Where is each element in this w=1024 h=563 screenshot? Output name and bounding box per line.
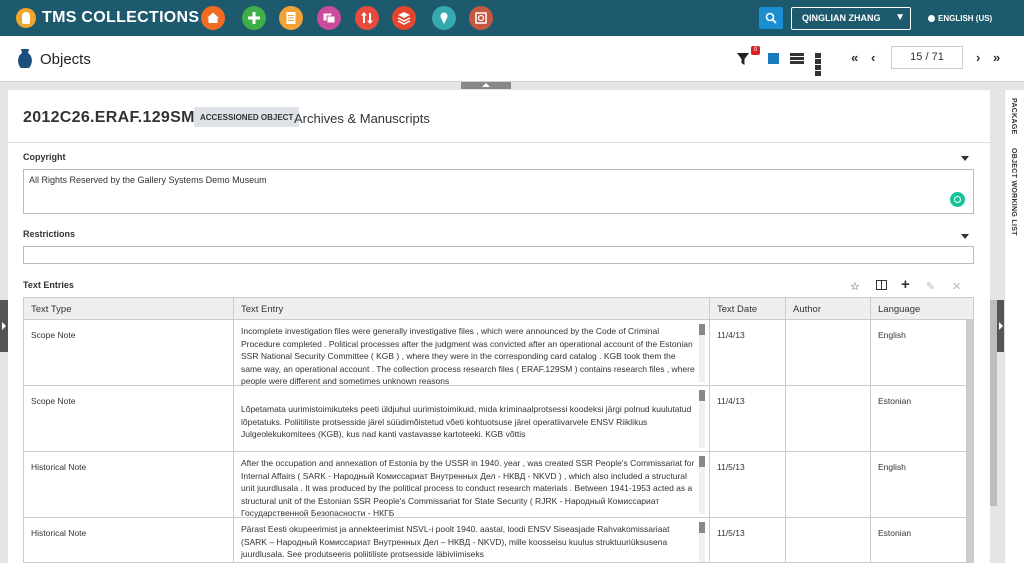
text-entry-cell[interactable]: Incomplete investigation files were gene… [234,320,710,386]
language-selector[interactable]: ENGLISH (US) [928,14,992,23]
column-header-author[interactable]: Author [786,298,871,320]
restrictions-collapse-icon[interactable] [961,234,969,239]
grammarly-icon[interactable] [950,192,965,207]
columns-icon[interactable] [876,280,887,293]
module-toolbar: Objects 0 « ‹ 15 / 71 › » [0,36,1024,82]
search-button[interactable] [759,7,783,29]
search-icon [765,12,777,24]
tms-logo-icon [16,8,36,28]
add-icon[interactable] [242,6,266,30]
location-icon[interactable] [432,6,456,30]
language-cell: Estonian [878,396,912,406]
column-header-text-date[interactable]: Text Date [710,298,786,320]
text-date-cell: 11/5/13 [710,452,786,518]
single-view-icon[interactable] [768,53,779,64]
edit-icon[interactable]: ✎ [926,280,935,293]
author-cell [786,518,871,562]
text-entries-table: Text Type Text Entry Text Date Author La… [23,297,974,563]
pager-input[interactable]: 15 / 71 [891,46,963,69]
text-date-cell: 11/4/13 [710,320,786,386]
language-cell: English [878,330,906,340]
divider [8,142,990,143]
table-row[interactable]: Scope Note Lõpetamata uurimistoimikuteks… [24,386,966,452]
add-entry-icon[interactable]: + [901,276,910,293]
sort-icon[interactable] [355,6,379,30]
media-icon[interactable] [317,6,341,30]
author-cell [786,320,871,386]
text-date-cell: 11/5/13 [710,518,786,562]
text-entry-cell[interactable]: After the occupation and annexation of E… [234,452,710,518]
vase-icon [18,49,32,68]
previous-page-icon[interactable]: ‹ [871,50,875,65]
tab-package[interactable]: PACKAGE [1010,98,1017,135]
user-name: QINGLIAN ZHANG [802,13,881,23]
author-cell [786,386,871,452]
filter-icon[interactable] [736,52,750,66]
home-icon[interactable] [201,6,225,30]
chevron-down-icon: ▼ [895,12,905,23]
document-icon[interactable] [279,6,303,30]
copyright-collapse-icon[interactable] [961,156,969,161]
column-header-language[interactable]: Language [871,298,966,320]
language-cell: Estonian [878,528,912,538]
right-side-tabs: PACKAGE OBJECT WORKING LIST [1004,90,1024,563]
table-scrollbar[interactable] [966,320,973,562]
globe-icon [928,15,935,22]
copyright-field[interactable]: All Rights Reserved by the Gallery Syste… [23,169,974,214]
text-entry-content: After the occupation and annexation of E… [241,458,695,518]
last-page-icon[interactable]: » [993,50,1000,65]
text-type-cell: Scope Note [24,386,234,452]
cell-scrollbar[interactable] [699,522,705,562]
cell-scrollbar[interactable] [699,456,705,514]
page-scrollbar[interactable] [990,300,997,506]
module-title: Objects [40,51,91,68]
user-dropdown[interactable]: QINGLIAN ZHANG ▼ [791,7,911,30]
text-type-cell: Historical Note [24,518,234,562]
clock-icon[interactable] [469,6,493,30]
filter-count-badge: 0 [751,46,760,55]
delete-icon[interactable]: ✕ [952,280,961,293]
author-cell [786,452,871,518]
text-date-cell: 11/4/13 [710,386,786,452]
text-type-cell: Scope Note [24,320,234,386]
text-entries-label: Text Entries [23,280,74,290]
first-page-icon[interactable]: « [851,50,858,65]
expand-left-panel-icon[interactable] [0,300,8,352]
grid-view-icon[interactable] [815,53,828,76]
language-label: ENGLISH (US) [938,14,993,23]
cell-scrollbar[interactable] [699,390,705,448]
table-header: Text Type Text Entry Text Date Author La… [24,298,973,320]
collapse-header-toggle[interactable] [461,82,511,89]
copyright-label: Copyright [23,152,66,162]
language-cell: English [878,462,906,472]
status-badge: ACCESSIONED OBJECT [194,107,300,127]
tab-object-working-list[interactable]: OBJECT WORKING LIST [1010,148,1017,236]
text-entry-content: Pärast Eesti okupeerimist ja annekteerim… [241,524,670,559]
text-entry-cell[interactable]: Lõpetamata uurimistoimikuteks peeti üldj… [234,386,710,452]
table-row[interactable]: Scope Note Incomplete investigation file… [24,320,966,386]
record-panel: 2012C26.ERAF.129SM ACCESSIONED OBJECT Ar… [8,90,990,563]
text-entry-content: Incomplete investigation files were gene… [241,326,695,386]
restrictions-field[interactable] [23,246,974,264]
column-header-text-entry[interactable]: Text Entry [234,298,710,320]
text-type-cell: Historical Note [24,452,234,518]
column-header-text-type[interactable]: Text Type [24,298,234,320]
cell-scrollbar[interactable] [699,324,705,382]
layers-icon[interactable] [392,6,416,30]
favorite-star-icon[interactable]: ☆ [850,280,860,293]
table-row[interactable]: Historical Note Pärast Eesti okupeerimis… [24,518,966,562]
text-entry-content: Lõpetamata uurimistoimikuteks peeti üldj… [241,404,692,439]
object-number: 2012C26.ERAF.129SM [23,109,195,126]
text-entry-cell[interactable]: Pärast Eesti okupeerimist ja annekteerim… [234,518,710,562]
top-bar: TMS COLLECTIONS QINGLIAN ZHANG ▼ ENGLISH… [0,0,1024,36]
next-page-icon[interactable]: › [976,50,980,65]
list-view-icon[interactable] [790,53,804,64]
department-label: Archives & Manuscripts [294,111,430,126]
table-row[interactable]: Historical Note After the occupation and… [24,452,966,518]
restrictions-label: Restrictions [23,229,76,239]
app-brand: TMS COLLECTIONS [42,9,200,26]
